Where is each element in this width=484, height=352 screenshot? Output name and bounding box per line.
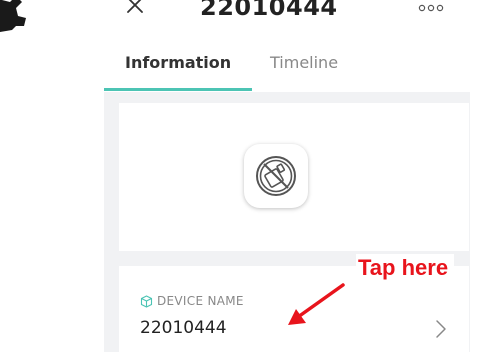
tab-information[interactable]: Information — [125, 52, 231, 74]
device-name-label: DEVICE NAME — [157, 294, 244, 308]
page-title: 22010444 — [200, 0, 338, 21]
tab-timeline[interactable]: Timeline — [270, 52, 338, 74]
more-dots-icon[interactable] — [418, 2, 444, 14]
chevron-right-icon[interactable] — [434, 318, 448, 340]
device-image — [244, 144, 308, 208]
device-name-value: 22010444 — [140, 318, 227, 338]
active-tab-indicator — [104, 88, 252, 91]
tab-bar: Information Timeline — [104, 48, 470, 92]
device-name-label-row: DEVICE NAME — [140, 292, 244, 310]
arrow-icon — [288, 283, 345, 325]
device-disconnected-icon — [256, 156, 296, 196]
cube-icon — [140, 294, 153, 308]
tap-here-annotation: Tap here — [356, 254, 455, 282]
header-bar: 22010444 — [0, 0, 484, 40]
close-icon[interactable] — [123, 0, 147, 20]
